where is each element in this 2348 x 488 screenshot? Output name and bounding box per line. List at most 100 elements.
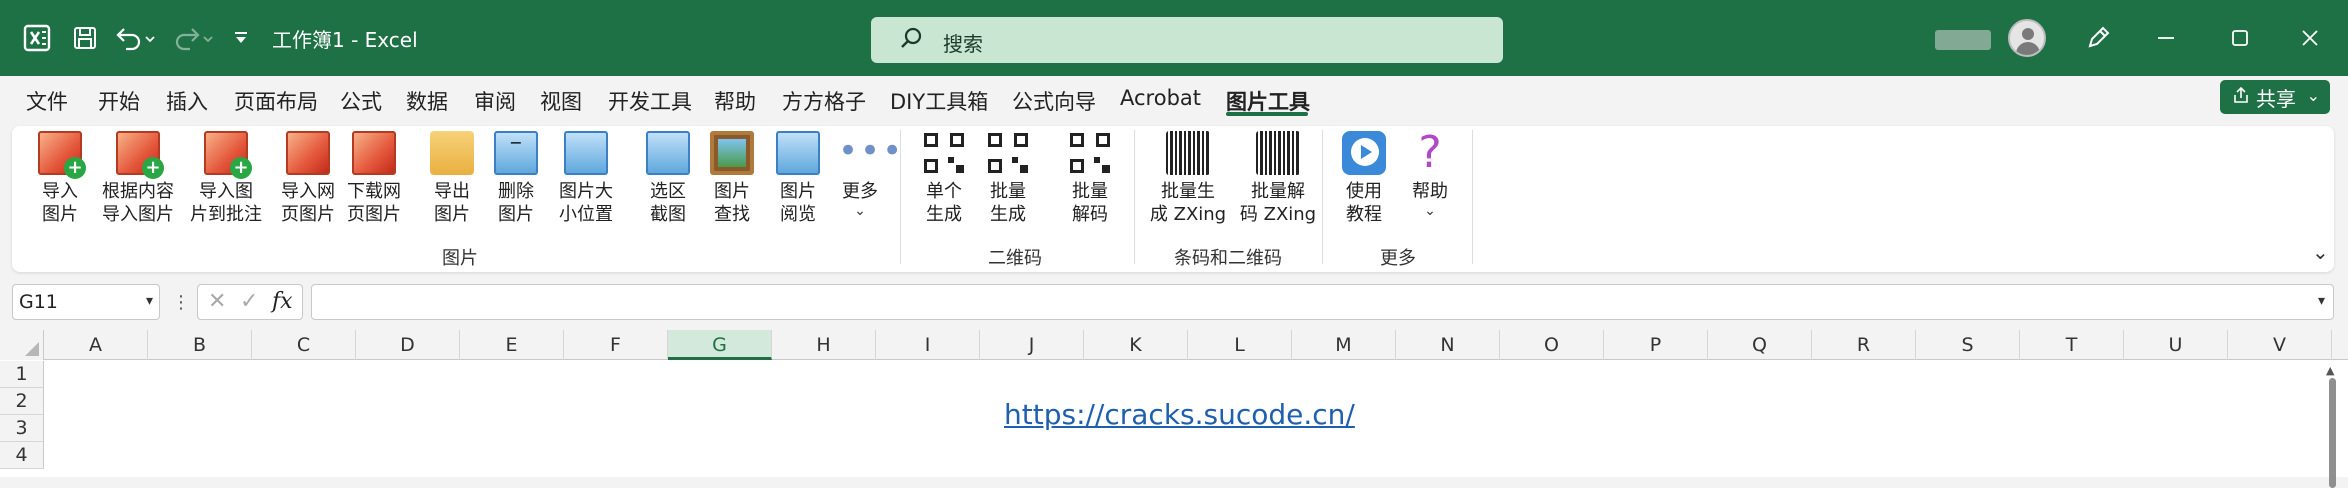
tab-data[interactable]: 数据 <box>406 86 448 116</box>
picture-size-position-button[interactable]: 图片大 小位置 <box>552 126 620 236</box>
worksheet-grid[interactable]: ABCDEFGHIJKLMNOPQRSTUV 1 2 3 4 https://c… <box>0 330 2348 488</box>
scroll-up-icon[interactable]: ▲ <box>2326 364 2334 377</box>
more-dots-icon: ••• <box>838 131 905 171</box>
customize-quick-access-icon[interactable] <box>228 20 254 56</box>
column-header-n[interactable]: N <box>1396 330 1500 360</box>
column-header-v[interactable]: V <box>2228 330 2332 360</box>
column-header-u[interactable]: U <box>2124 330 2228 360</box>
column-header-k[interactable]: K <box>1084 330 1188 360</box>
insert-function-icon[interactable]: fx <box>272 289 293 314</box>
column-header-b[interactable]: B <box>148 330 252 360</box>
search-box[interactable]: 搜索 <box>871 17 1503 63</box>
import-by-content-icon: + <box>116 131 164 179</box>
import-by-content-button[interactable]: + 根据内容 导入图片 <box>94 126 182 236</box>
row-header[interactable]: 4 <box>0 442 44 469</box>
vertical-scrollbar[interactable]: ▲ <box>2324 360 2340 488</box>
close-icon[interactable] <box>2290 18 2330 58</box>
save-icon[interactable] <box>68 20 102 56</box>
delete-picture-button[interactable]: − 删除 图片 <box>488 126 544 236</box>
formula-actions: ✕ ✓ fx <box>197 284 303 320</box>
more-options-icon[interactable]: ⋮ <box>172 292 190 313</box>
column-header-g[interactable]: G <box>668 330 772 360</box>
import-to-comment-button[interactable]: + 导入图 片到批注 <box>184 126 268 236</box>
chevron-down-icon: ⌄ <box>2306 86 2320 105</box>
column-header-c[interactable]: C <box>252 330 356 360</box>
column-header-o[interactable]: O <box>1500 330 1604 360</box>
select-all-corner[interactable] <box>0 330 44 360</box>
download-web-picture-icon <box>352 131 396 175</box>
column-header-q[interactable]: Q <box>1708 330 1812 360</box>
picture-search-button[interactable]: 图片 查找 <box>704 126 760 236</box>
avatar[interactable] <box>2008 19 2046 57</box>
tab-page-layout[interactable]: 页面布局 <box>234 86 318 116</box>
picture-browse-button[interactable]: 图片 阅览 <box>770 126 826 236</box>
column-header-j[interactable]: J <box>980 330 1084 360</box>
question-mark-icon: ? <box>1418 127 1442 178</box>
expand-formula-bar-icon[interactable]: ▾ <box>2318 293 2325 309</box>
tab-diy-toolbox[interactable]: DIY工具箱 <box>890 86 988 116</box>
import-web-picture-button[interactable]: 导入网 页图片 <box>276 126 340 236</box>
tab-home[interactable]: 开始 <box>98 86 140 116</box>
formula-input[interactable]: ▾ <box>311 284 2334 320</box>
maximize-icon[interactable] <box>2220 18 2260 58</box>
tab-formulas[interactable]: 公式 <box>340 86 382 116</box>
tab-developer[interactable]: 开发工具 <box>608 86 692 116</box>
column-header-a[interactable]: A <box>44 330 148 360</box>
column-header-l[interactable]: L <box>1188 330 1292 360</box>
download-web-picture-button[interactable]: 下载网 页图片 <box>342 126 406 236</box>
cancel-icon[interactable]: ✕ <box>208 289 226 314</box>
column-header-f[interactable]: F <box>564 330 668 360</box>
single-generate-button[interactable]: 单个 生成 <box>916 126 972 236</box>
column-header-d[interactable]: D <box>356 330 460 360</box>
barcode-decode-icon <box>1256 131 1300 175</box>
batch-decode-button[interactable]: 批量 解码 <box>1062 126 1118 236</box>
share-button[interactable]: 共享 ⌄ <box>2220 80 2330 114</box>
batch-generate-zxing-button[interactable]: 批量生 成 ZXing <box>1146 126 1230 236</box>
document-title: 工作簿1 - Excel <box>272 28 418 52</box>
column-header-p[interactable]: P <box>1604 330 1708 360</box>
user-name-blurred[interactable] <box>1935 30 1991 50</box>
select-screenshot-button[interactable]: 选区 截图 <box>640 126 696 236</box>
row-header[interactable]: 3 <box>0 415 44 442</box>
column-header-e[interactable]: E <box>460 330 564 360</box>
ribbon-tabs: 文件 开始 插入 页面布局 公式 数据 审阅 视图 开发工具 帮助 方方格子 D… <box>0 76 2348 124</box>
tab-acrobat[interactable]: Acrobat <box>1120 86 1201 110</box>
tab-fangfanggezi[interactable]: 方方格子 <box>782 86 866 116</box>
qr-code-icon <box>922 131 966 175</box>
more-pictures-button[interactable]: ••• 更多 ⌄ <box>832 126 905 236</box>
group-label-qrcode: 二维码 <box>988 248 1042 269</box>
row-header[interactable]: 2 <box>0 388 44 415</box>
chevron-down-icon: ⌄ <box>854 203 866 219</box>
chevron-down-icon[interactable]: ▾ <box>146 293 153 309</box>
enter-check-icon[interactable]: ✓ <box>240 289 258 314</box>
column-header-m[interactable]: M <box>1292 330 1396 360</box>
minimize-icon[interactable] <box>2146 18 2186 58</box>
column-header-r[interactable]: R <box>1812 330 1916 360</box>
batch-decode-zxing-button[interactable]: 批量解 码 ZXing <box>1234 126 1322 236</box>
column-header-i[interactable]: I <box>876 330 980 360</box>
batch-generate-button[interactable]: 批量 生成 <box>980 126 1036 236</box>
column-header-t[interactable]: T <box>2020 330 2124 360</box>
column-header-h[interactable]: H <box>772 330 876 360</box>
help-button[interactable]: ? 帮助 ⌄ <box>1402 126 1458 236</box>
export-picture-button[interactable]: 导出 图片 <box>424 126 480 236</box>
tab-review[interactable]: 审阅 <box>474 86 516 116</box>
collapse-ribbon-icon[interactable]: ⌄ <box>2312 240 2329 264</box>
hyperlink-cell[interactable]: https://cracks.sucode.cn/ <box>1004 398 1355 431</box>
tab-help[interactable]: 帮助 <box>714 86 756 116</box>
name-box[interactable]: G11 ▾ <box>12 284 160 320</box>
undo-icon[interactable] <box>112 20 160 56</box>
tab-insert[interactable]: 插入 <box>166 86 208 116</box>
import-picture-button[interactable]: + 导入 图片 <box>34 126 86 236</box>
scrollbar-thumb[interactable] <box>2329 378 2336 488</box>
name-box-value: G11 <box>19 291 58 313</box>
column-header-s[interactable]: S <box>1916 330 2020 360</box>
redo-icon[interactable] <box>170 20 218 56</box>
ribbon-panel: + 导入 图片 + 根据内容 导入图片 + 导入图 片到批注 导入网 页图片 下… <box>12 126 2334 272</box>
tab-file[interactable]: 文件 <box>26 86 68 116</box>
row-header[interactable]: 1 <box>0 361 44 388</box>
pen-icon[interactable] <box>2078 18 2118 58</box>
tab-formula-wizard[interactable]: 公式向导 <box>1012 86 1096 116</box>
tab-view[interactable]: 视图 <box>540 86 582 116</box>
tutorial-button[interactable]: 使用 教程 <box>1336 126 1392 236</box>
